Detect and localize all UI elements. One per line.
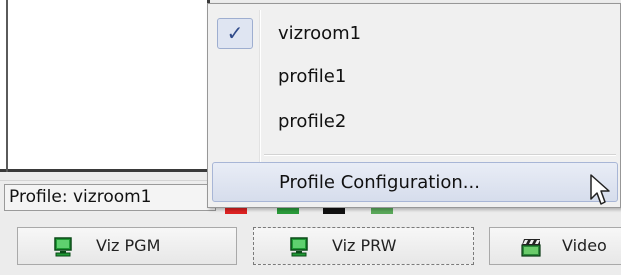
viz-pgm-button[interactable]: Viz PGM <box>17 227 237 265</box>
menu-item-label: vizroom1 <box>278 23 362 44</box>
profile-popup-menu: ✓ vizroom1 profile1 profile2 Profile Con… <box>207 3 621 208</box>
profile-status-label[interactable]: Profile: vizroom1 <box>4 184 216 211</box>
video-button[interactable]: Video <box>489 227 621 265</box>
menu-item-profile-configuration[interactable]: Profile Configuration... <box>212 162 618 202</box>
monitor-icon <box>54 237 72 257</box>
profile-view-panel <box>0 0 210 172</box>
menu-item-label: Profile Configuration... <box>279 172 480 193</box>
viz-pgm-label: Viz PGM <box>96 236 161 255</box>
video-label: Video <box>562 236 607 255</box>
monitor-icon <box>290 237 308 257</box>
viz-prw-button[interactable]: Viz PRW <box>253 227 474 265</box>
checkmark-icon: ✓ <box>217 18 253 49</box>
output-toolbar: Viz PGM Viz PRW Video <box>0 214 621 275</box>
panel-inner-divider <box>6 0 8 172</box>
mouse-pointer-icon <box>590 174 610 205</box>
clapperboard-icon <box>521 239 541 257</box>
viz-prw-label: Viz PRW <box>332 236 397 255</box>
menu-item-vizroom1[interactable]: ✓ vizroom1 <box>212 14 618 54</box>
menu-item-profile2[interactable]: profile2 <box>212 102 618 142</box>
menu-item-profile1[interactable]: profile1 <box>212 57 618 97</box>
menu-item-label: profile2 <box>278 111 347 132</box>
menu-separator <box>264 154 616 156</box>
menu-item-label: profile1 <box>278 66 347 87</box>
